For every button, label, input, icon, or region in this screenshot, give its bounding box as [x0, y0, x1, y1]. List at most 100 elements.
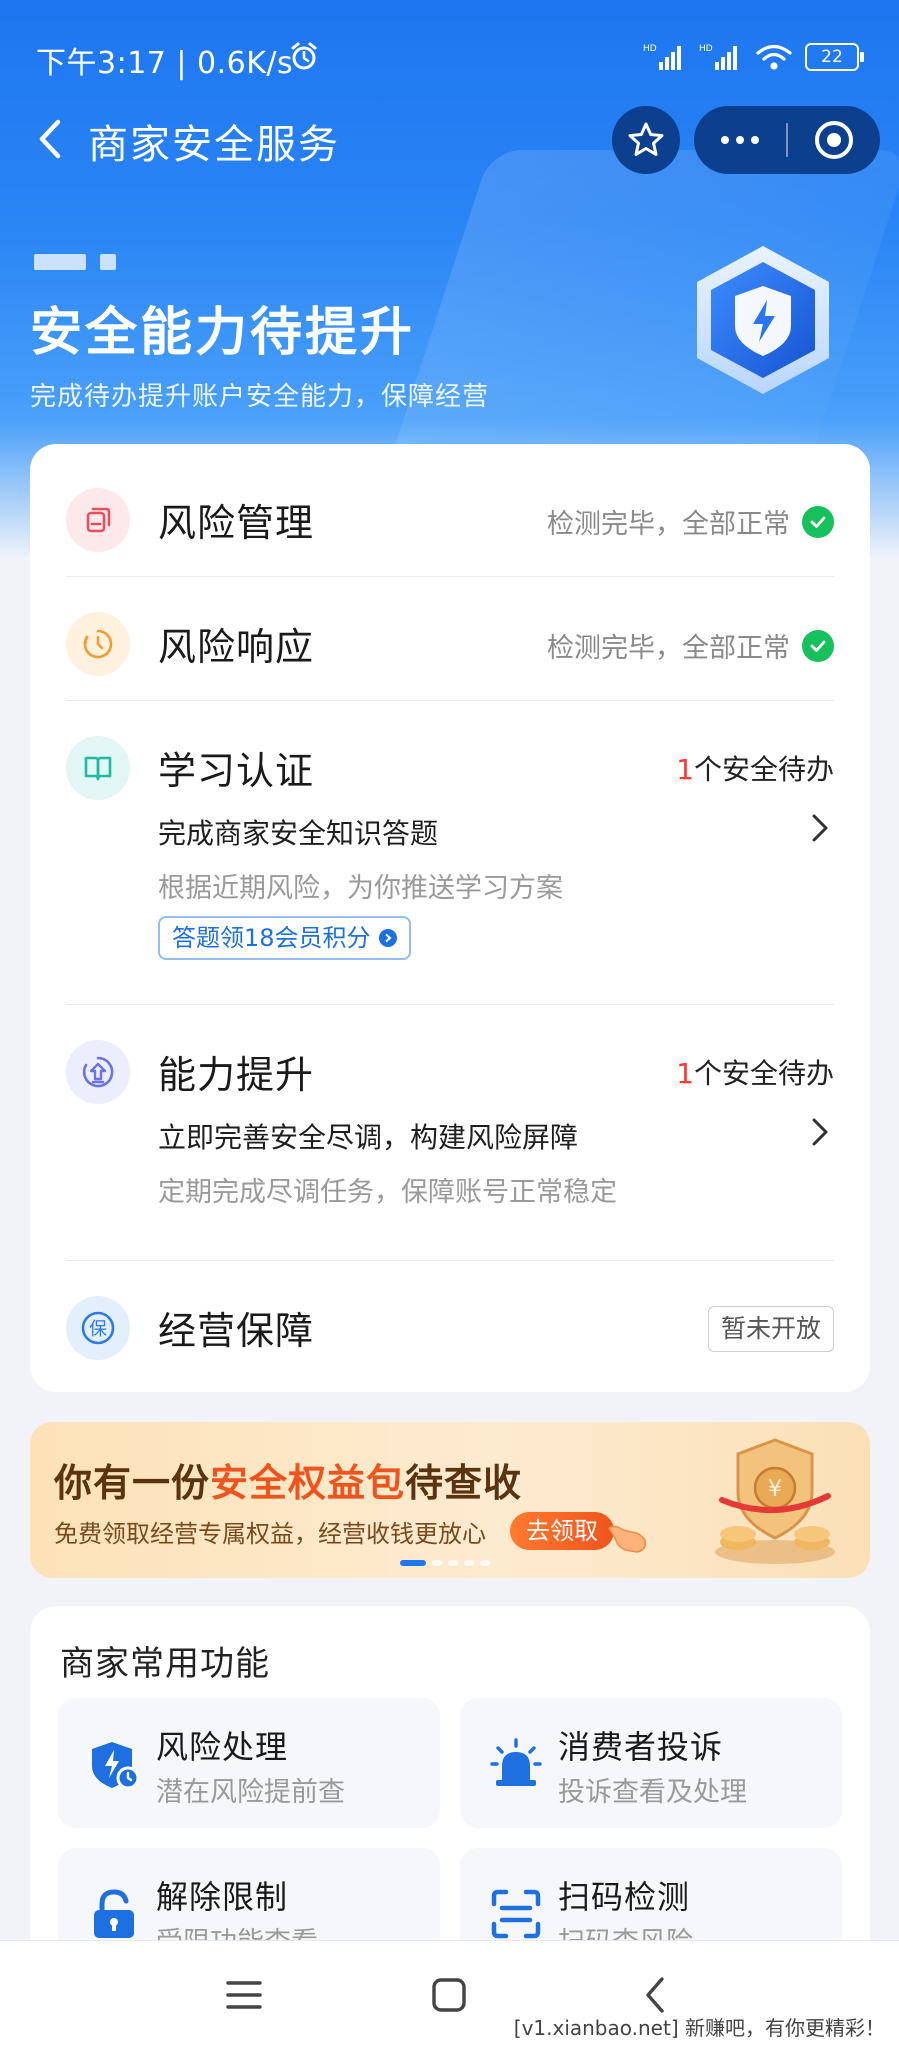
carousel-dot: [448, 1560, 458, 1566]
book-icon: [66, 736, 130, 800]
row-title: 风险管理: [158, 501, 315, 545]
todo-number: 1: [676, 1057, 694, 1090]
row-title: 经营保障: [158, 1309, 315, 1353]
more-dots-icon: [721, 136, 729, 144]
more-dots-icon: [751, 136, 759, 144]
svg-text:¥: ¥: [768, 1477, 782, 1502]
business-protection-row[interactable]: 保 经营保障 暂未开放: [66, 1288, 834, 1368]
check-icon: [802, 505, 834, 538]
masked-account-name: [34, 254, 116, 270]
tile-title: 解除限制: [156, 1878, 289, 1916]
more-button[interactable]: [694, 136, 786, 144]
clock-icon: [66, 612, 130, 676]
row-status: 检测完毕，全部正常: [547, 626, 834, 665]
carousel-dot: [400, 1560, 426, 1566]
banner-title-prefix: 你有一份: [54, 1461, 211, 1505]
tile-subtitle: 潜在风险提前查: [156, 1777, 345, 1808]
watermark-text: [v1.xianbao.net] 新赚吧，有你更精彩！: [513, 2016, 885, 2040]
benefit-package-banner[interactable]: 你有一份安全权益包待查收 免费领取经营专属权益，经营收钱更放心 去领取 ¥: [30, 1422, 870, 1578]
learning-certification-row[interactable]: 学习认证 1个安全待办 完成商家安全知识答题 根据近期风险，为你推送学习方案 答…: [66, 728, 834, 988]
gift-shield-coins-icon: ¥: [715, 1438, 835, 1564]
security-shield-badge-icon: [697, 246, 829, 394]
not-open-tag: 暂未开放: [707, 1306, 834, 1352]
row-title: 风险响应: [158, 625, 315, 669]
star-icon: [628, 122, 664, 156]
todo-number: 1: [676, 753, 694, 786]
favorite-button[interactable]: [612, 106, 680, 174]
divider: [66, 576, 834, 577]
task-description: 根据近期风险，为你推送学习方案: [158, 873, 563, 904]
tag-label: 答题领18会员积分: [172, 924, 371, 952]
alarm-clock-icon: [291, 42, 317, 70]
consumer-complaint-tile[interactable]: 消费者投诉 投诉查看及处理: [460, 1698, 842, 1828]
section-heading: 商家常用功能: [60, 1644, 270, 1684]
pointing-hand-icon: [607, 1525, 647, 1553]
chevron-right-icon[interactable]: [806, 1112, 834, 1152]
tile-title: 扫码检测: [558, 1878, 691, 1916]
todo-count: 1个安全待办: [676, 1052, 834, 1092]
more-dots-icon: [736, 136, 744, 144]
document-copy-icon: [66, 488, 130, 552]
banner-title-suffix: 待查收: [405, 1461, 523, 1505]
home-square-icon[interactable]: [425, 1971, 473, 2019]
carousel-dot: [432, 1560, 442, 1566]
tile-title: 消费者投诉: [558, 1728, 724, 1766]
claim-button[interactable]: 去领取: [510, 1512, 614, 1550]
banner-title: 你有一份安全权益包待查收: [54, 1452, 522, 1507]
target-close-icon: [815, 121, 853, 159]
row-title: 学习认证: [158, 749, 315, 793]
arrow-right-icon: [378, 929, 397, 947]
alarm-light-icon: [490, 1738, 542, 1786]
scan-icon: [491, 1889, 541, 1939]
close-miniprogram-button[interactable]: [788, 118, 880, 162]
miniprogram-capsule: [694, 106, 880, 174]
hero-title: 安全能力待提升: [30, 303, 416, 363]
insurance-icon: 保: [66, 1296, 130, 1360]
upgrade-icon: [66, 1040, 130, 1104]
status-text: 检测完毕，全部正常: [547, 633, 790, 664]
wifi-icon: [756, 44, 792, 70]
security-status-card: 风险管理 检测完毕，全部正常 风险响应 检测完毕，全部正常 学习认证 1个安全待…: [30, 444, 870, 1392]
carousel-indicator: [400, 1560, 490, 1566]
page-title: 商家安全服务: [88, 122, 340, 168]
nav-bar: 商家安全服务: [0, 100, 899, 180]
status-text: 检测完毕，全部正常: [547, 509, 790, 540]
svg-text:保: 保: [89, 1319, 107, 1340]
divider: [66, 1260, 834, 1261]
divider: [66, 700, 834, 701]
row-status: 检测完毕，全部正常: [547, 502, 834, 541]
capability-upgrade-row[interactable]: 能力提升 1个安全待办 立即完善安全尽调，构建风险屏障 定期完成尽调任务，保障账…: [66, 1032, 834, 1232]
tile-title: 风险处理: [156, 1728, 289, 1766]
signal-icon: HD: [643, 44, 681, 70]
risk-response-row[interactable]: 风险响应 检测完毕，全部正常: [66, 604, 834, 684]
chevron-right-icon[interactable]: [806, 808, 834, 848]
status-time: 下午3:17 | 0.6K/s: [36, 46, 294, 81]
carousel-dot: [480, 1560, 490, 1566]
hero-subtitle: 完成待办提升账户安全能力，保障经营: [30, 382, 490, 412]
task-description: 定期完成尽调任务，保障账号正常稳定: [158, 1177, 617, 1208]
todo-label: 个安全待办: [693, 1057, 834, 1090]
battery-icon: 22: [805, 43, 864, 71]
back-arrow-icon[interactable]: [28, 114, 78, 164]
risk-management-row[interactable]: 风险管理 检测完毕，全部正常: [66, 480, 834, 560]
task-title: 立即完善安全尽调，构建风险屏障: [158, 1121, 579, 1154]
shield-clock-icon: [92, 1742, 140, 1790]
status-indicators: HD HD 22: [643, 42, 864, 72]
todo-count: 1个安全待办: [676, 748, 834, 788]
svg-text:HD: HD: [699, 44, 713, 54]
signal-icon: HD: [699, 44, 737, 70]
unlock-icon: [94, 1889, 134, 1938]
banner-subtitle: 免费领取经营专属权益，经营收钱更放心: [54, 1520, 486, 1548]
risk-handling-tile[interactable]: 风险处理 潜在风险提前查: [58, 1698, 440, 1828]
quiz-points-tag[interactable]: 答题领18会员积分: [158, 916, 411, 960]
task-title: 完成商家安全知识答题: [158, 817, 439, 850]
check-icon: [802, 629, 834, 662]
divider: [66, 1004, 834, 1005]
menu-icon[interactable]: [220, 1971, 268, 2019]
carousel-dot: [464, 1560, 474, 1566]
svg-text:HD: HD: [643, 44, 657, 54]
todo-label: 个安全待办: [693, 753, 834, 786]
tile-subtitle: 投诉查看及处理: [558, 1777, 747, 1808]
row-title: 能力提升: [158, 1053, 315, 1097]
banner-title-highlight: 安全权益包: [210, 1461, 406, 1505]
